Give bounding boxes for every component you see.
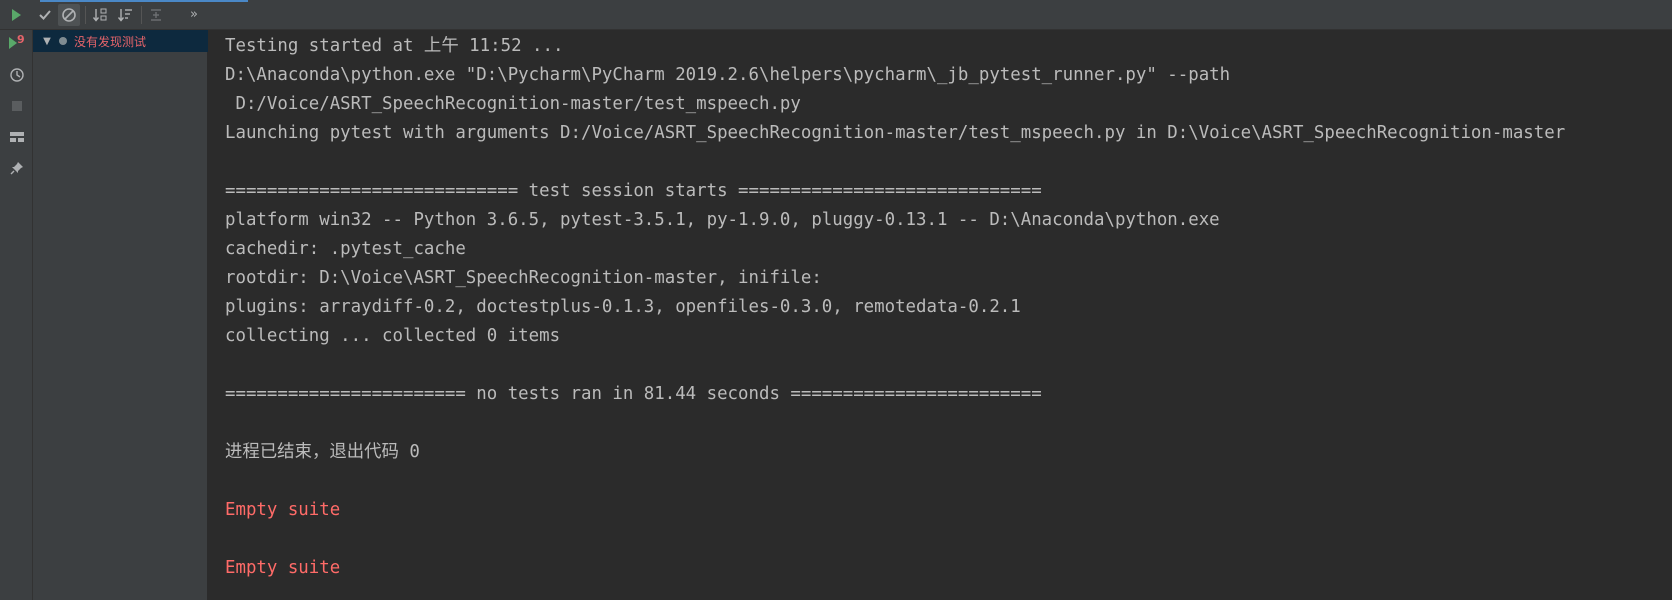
console-line: D:/Voice/ASRT_SpeechRecognition-master/t…: [225, 94, 801, 114]
tree-root-node[interactable]: ▼ 没有发现测试: [33, 30, 208, 52]
console-line: 进程已结束，退出代码 0: [225, 442, 420, 462]
console-line: Launching pytest with arguments D:/Voice…: [225, 123, 1566, 143]
stop-icon[interactable]: [6, 95, 28, 117]
test-runner-window: » 9 ▼ 没有发现测试 Testing started at 上午 11:52…: [0, 0, 1672, 600]
expand-all-icon[interactable]: [145, 4, 167, 26]
console-line: plugins: arraydiff-0.2, doctestplus-0.1.…: [225, 297, 1021, 317]
pin-icon[interactable]: [6, 157, 28, 179]
console-line: cachedir: .pytest_cache: [225, 239, 466, 259]
sort-by-duration-icon[interactable]: [114, 4, 136, 26]
test-status-icon: [59, 37, 67, 45]
show-passed-icon[interactable]: [34, 4, 56, 26]
rerun-failed-badge: 9: [17, 33, 25, 46]
console-line: Testing started at 上午 11:52 ...: [225, 36, 564, 56]
console-line: rootdir: D:\Voice\ASRT_SpeechRecognition…: [225, 268, 822, 288]
test-tree-panel: ▼ 没有发现测试: [33, 30, 208, 600]
rerun-icon[interactable]: [5, 4, 27, 26]
side-toolbar: 9: [0, 30, 33, 600]
more-actions-button[interactable]: »: [190, 4, 198, 26]
console-line: ======================= no tests ran in …: [225, 384, 1042, 404]
toolbar-separator: [141, 6, 142, 24]
console-line: ============================ test sessio…: [225, 181, 1042, 201]
toggle-auto-test-icon[interactable]: [6, 64, 28, 86]
console-line: Empty suite: [225, 558, 341, 578]
layout-icon[interactable]: [6, 126, 28, 148]
sort-alphabetically-icon[interactable]: [89, 4, 111, 26]
chevron-down-icon[interactable]: ▼: [39, 36, 55, 47]
tree-root-label: 没有发现测试: [74, 34, 147, 49]
show-ignored-icon[interactable]: [58, 4, 80, 26]
rerun-failed-tests-icon[interactable]: 9: [6, 32, 28, 54]
toolbar-separator: [85, 6, 86, 24]
active-tab-indicator: [40, 0, 248, 2]
console-line: platform win32 -- Python 3.6.5, pytest-3…: [225, 210, 1220, 230]
test-runner-toolbar: »: [0, 0, 1672, 30]
console-line: Empty suite: [225, 500, 341, 520]
console-line: collecting ... collected 0 items: [225, 326, 561, 346]
console-line: D:\Anaconda\python.exe "D:\Pycharm\PyCha…: [225, 65, 1231, 85]
console-output[interactable]: Testing started at 上午 11:52 ... D:\Anacon…: [208, 30, 1672, 600]
